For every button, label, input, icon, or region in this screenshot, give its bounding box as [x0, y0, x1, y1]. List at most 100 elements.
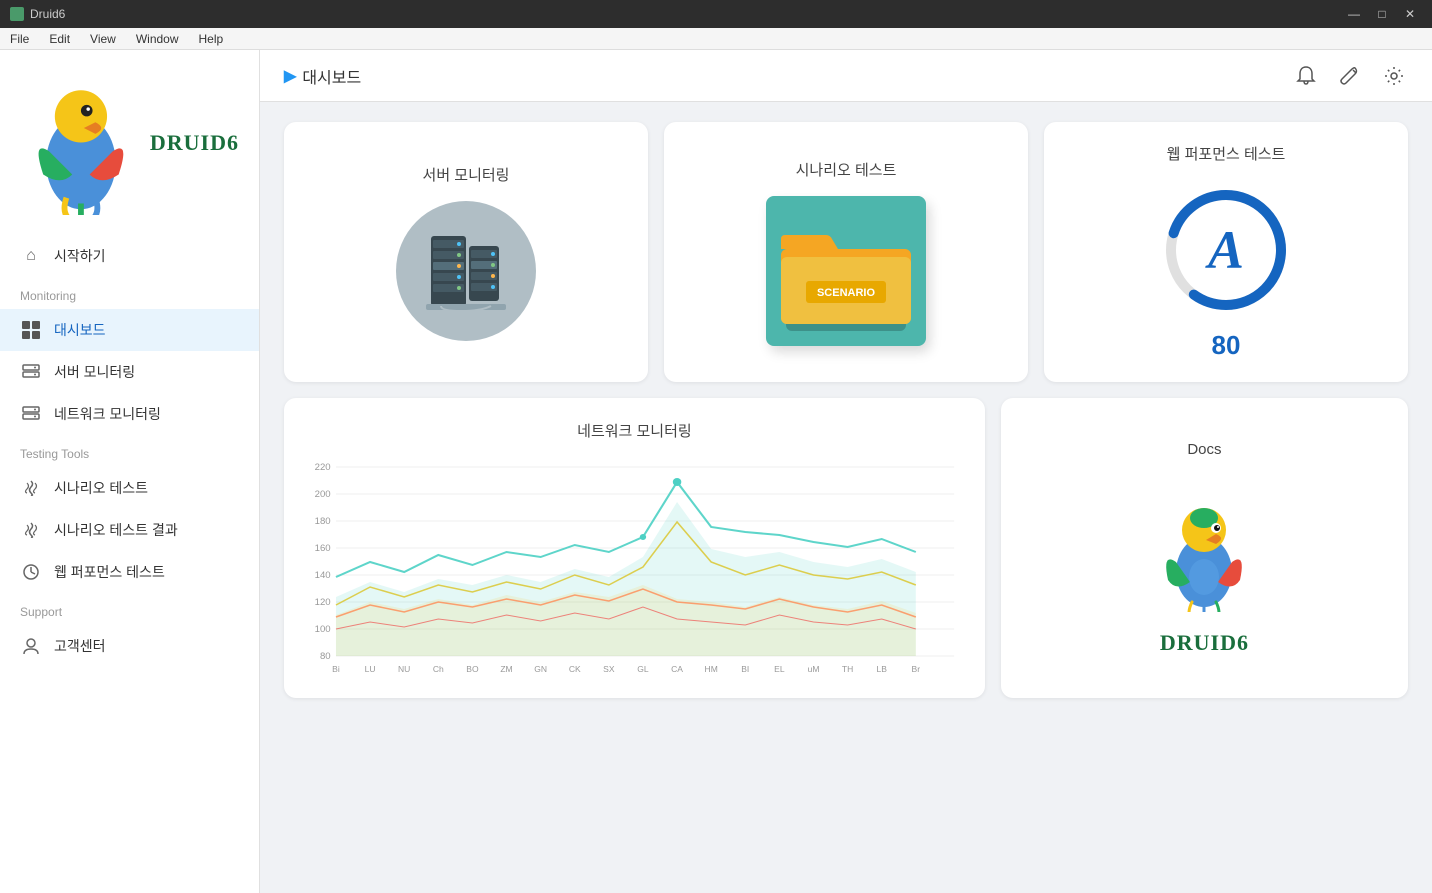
sidebar-item-web-perf[interactable]: 웹 퍼포먼스 테스트 [0, 551, 259, 593]
web-perf-card[interactable]: 웹 퍼포먼스 테스트 A 80 [1044, 122, 1408, 382]
sidebar-item-dashboard[interactable]: 대시보드 [0, 309, 259, 351]
svg-text:CA: CA [671, 665, 683, 674]
sidebar-item-customer[interactable]: 고객센터 [0, 625, 259, 667]
sidebar-logo: DRUID6 [0, 60, 259, 235]
server-monitoring-icon [20, 361, 42, 383]
docs-card-title: Docs [1021, 441, 1388, 458]
scenario-folder: SCENARIO [766, 196, 926, 346]
breadcrumb-arrow: ▶ [284, 66, 296, 86]
server-illustration [411, 216, 521, 326]
sidebar-label-web-perf: 웹 퍼포먼스 테스트 [54, 562, 165, 582]
sidebar-label-scenario-test: 시나리오 테스트 [54, 478, 148, 498]
sidebar-label-dashboard: 대시보드 [54, 320, 106, 340]
sidebar: DRUID6 ⌂ 시작하기 Monitoring 대시보드 서버 모니터링 네트… [0, 50, 260, 893]
docs-parrot-image [1154, 492, 1254, 612]
svg-text:120: 120 [315, 597, 331, 607]
dashboard: 서버 모니터링 [260, 102, 1432, 893]
svg-text:uM: uM [808, 665, 820, 674]
sidebar-item-network-monitoring[interactable]: 네트워크 모니터링 [0, 393, 259, 435]
svg-text:NU: NU [398, 665, 410, 674]
breadcrumb-text: 대시보드 [302, 64, 361, 88]
network-chart: 220 200 180 160 140 120 100 80 [304, 457, 965, 677]
sidebar-item-server-monitoring[interactable]: 서버 모니터링 [0, 351, 259, 393]
svg-text:100: 100 [315, 624, 331, 634]
svg-text:TH: TH [842, 665, 853, 674]
gauge-grade: A [1208, 219, 1244, 281]
sidebar-item-scenario-result[interactable]: 시나리오 테스트 결과 [0, 509, 259, 551]
svg-text:140: 140 [315, 570, 331, 580]
app-body: DRUID6 ⌂ 시작하기 Monitoring 대시보드 서버 모니터링 네트… [0, 50, 1432, 893]
network-chart-svg: 220 200 180 160 140 120 100 80 [304, 457, 965, 677]
home-icon: ⌂ [20, 245, 42, 267]
sidebar-label-network-monitoring: 네트워크 모니터링 [54, 404, 161, 424]
webperf-card-title: 웹 퍼포먼스 테스트 [1064, 143, 1388, 164]
sidebar-section-monitoring: Monitoring [0, 277, 259, 309]
svg-text:CK: CK [569, 665, 581, 674]
titlebar: Druid6 — □ ✕ [0, 0, 1432, 28]
app-icon [10, 7, 24, 21]
server-monitoring-card[interactable]: 서버 모니터링 [284, 122, 648, 382]
close-button[interactable]: ✕ [1398, 4, 1422, 24]
menu-view[interactable]: View [80, 28, 126, 49]
settings-icon[interactable] [1380, 62, 1408, 90]
svg-text:GN: GN [534, 665, 547, 674]
svg-text:200: 200 [315, 489, 331, 499]
maximize-button[interactable]: □ [1370, 4, 1394, 24]
svg-text:LU: LU [365, 665, 376, 674]
sidebar-section-support: Support [0, 593, 259, 625]
parrot-logo-icon [20, 70, 142, 215]
svg-text:GL: GL [637, 665, 649, 674]
sidebar-item-scenario-test[interactable]: 시나리오 테스트 [0, 467, 259, 509]
minimize-button[interactable]: — [1342, 4, 1366, 24]
sidebar-label-customer: 고객센터 [54, 636, 106, 656]
docs-card[interactable]: Docs [1001, 398, 1408, 698]
header-icons [1292, 62, 1408, 90]
web-perf-icon [20, 561, 42, 583]
sidebar-label-home: 시작하기 [54, 246, 106, 266]
webperf-content: A 80 [1156, 180, 1296, 361]
logo-text: DRUID6 [150, 130, 239, 156]
gauge: A [1156, 180, 1296, 320]
folder-illustration: SCENARIO [776, 211, 916, 331]
sidebar-label-scenario-result: 시나리오 테스트 결과 [54, 520, 178, 540]
svg-text:160: 160 [315, 543, 331, 553]
titlebar-controls: — □ ✕ [1342, 4, 1422, 24]
gauge-score: 80 [1212, 330, 1241, 361]
server-image [396, 201, 536, 341]
svg-text:SX: SX [603, 665, 615, 674]
menu-help[interactable]: Help [189, 28, 234, 49]
svg-text:EL: EL [774, 665, 785, 674]
breadcrumb: ▶ 대시보드 [284, 64, 361, 88]
network-monitoring-icon [20, 403, 42, 425]
main-header: ▶ 대시보드 [260, 50, 1432, 102]
wrench-icon[interactable] [1336, 62, 1364, 90]
main-content: ▶ 대시보드 서버 모니터링 [260, 50, 1432, 893]
svg-text:220: 220 [315, 462, 331, 472]
svg-text:BO: BO [466, 665, 479, 674]
customer-icon [20, 635, 42, 657]
docs-parrot-svg [1154, 492, 1254, 612]
menubar: File Edit View Window Help [0, 28, 1432, 50]
top-cards-row: 서버 모니터링 [284, 122, 1408, 382]
svg-text:Br: Br [912, 665, 921, 674]
scenario-card-title: 시나리오 테스트 [684, 159, 1008, 180]
network-card-title: 네트워크 모니터링 [304, 420, 965, 441]
svg-text:LB: LB [877, 665, 888, 674]
scenario-test-card[interactable]: 시나리오 테스트 [664, 122, 1028, 382]
scenario-result-icon [20, 519, 42, 541]
dashboard-icon [20, 319, 42, 341]
bell-icon[interactable] [1292, 62, 1320, 90]
menu-edit[interactable]: Edit [39, 28, 80, 49]
svg-text:BI: BI [741, 665, 749, 674]
docs-brand-text: DRUID6 [1160, 630, 1249, 656]
menu-file[interactable]: File [0, 28, 39, 49]
network-monitoring-card[interactable]: 네트워크 모니터링 2 [284, 398, 985, 698]
svg-text:180: 180 [315, 516, 331, 526]
sidebar-item-home[interactable]: ⌂ 시작하기 [0, 235, 259, 277]
menu-window[interactable]: Window [126, 28, 189, 49]
svg-text:SCENARIO: SCENARIO [817, 287, 876, 299]
server-card-title: 서버 모니터링 [304, 164, 628, 185]
svg-text:Bi: Bi [332, 665, 340, 674]
bottom-cards-row: 네트워크 모니터링 2 [284, 398, 1408, 698]
sidebar-section-testing: Testing Tools [0, 435, 259, 467]
